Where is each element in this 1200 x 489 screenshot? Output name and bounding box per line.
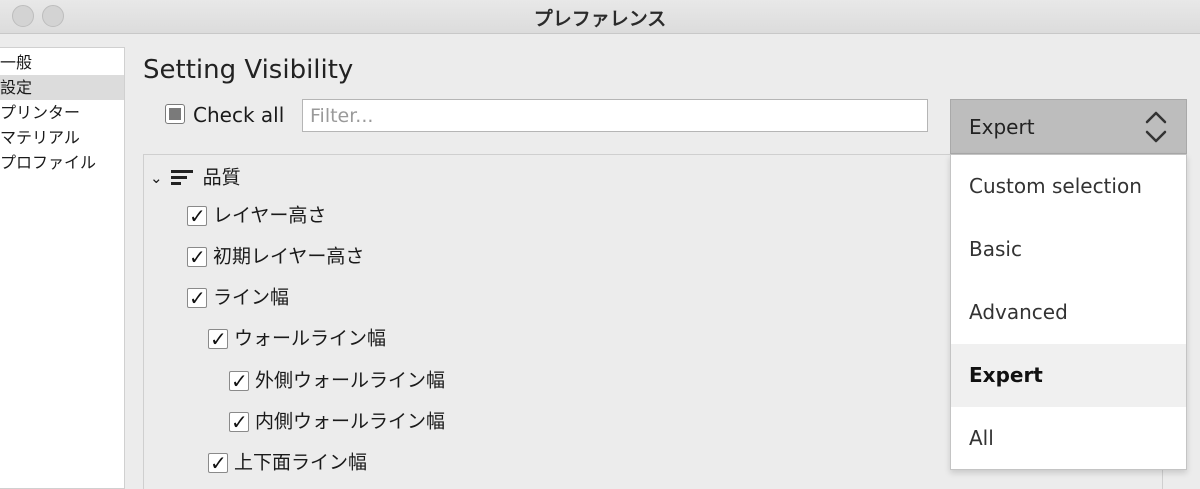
setting-checkbox[interactable]: ✓ (187, 204, 207, 228)
preset-option-custom-selection[interactable]: Custom selection (951, 155, 1186, 218)
tree-item-label: 初期レイヤー高さ (213, 245, 365, 268)
setting-checkbox[interactable]: ✓ (208, 451, 228, 475)
tree-item[interactable]: ✓ ライン幅 (187, 282, 289, 312)
checkmark-icon: ✓ (189, 203, 206, 228)
setting-checkbox[interactable]: ✓ (229, 410, 249, 434)
checkmark-icon: ✓ (189, 244, 206, 269)
updown-chevron-icon (1145, 111, 1167, 143)
preset-option-basic[interactable]: Basic (951, 218, 1186, 281)
title-bar: プレファレンス (0, 0, 1200, 34)
tree-item[interactable]: ✓ 外側ウォールライン幅 (229, 365, 445, 395)
sidebar-item-printers[interactable]: プリンター (0, 100, 124, 125)
checkmark-icon: ✓ (231, 409, 248, 434)
preset-option-all[interactable]: All (951, 407, 1186, 470)
tree-item-label: ライン幅 (213, 286, 290, 309)
tree-item[interactable]: ✓ レイヤー高さ (187, 200, 326, 230)
tree-category-label: 品質 (202, 166, 241, 189)
tree-item-label: 上下面ライン幅 (234, 451, 368, 474)
tree-item-label: 内側ウォールライン幅 (255, 410, 446, 433)
check-all-checkbox[interactable] (165, 104, 185, 124)
setting-checkbox[interactable]: ✓ (229, 369, 249, 393)
tree-item-label: 外側ウォールライン幅 (255, 369, 446, 392)
checkmark-icon: ✓ (210, 450, 227, 475)
setting-checkbox[interactable]: ✓ (208, 327, 228, 351)
visibility-preset-value: Expert (969, 115, 1035, 139)
check-all-label[interactable]: Check all (193, 103, 284, 127)
setting-checkbox[interactable]: ✓ (187, 286, 207, 310)
tree-category-row[interactable]: ⌄ 品質 (150, 162, 241, 192)
sidebar: 一般 設定 プリンター マテリアル プロファイル (0, 47, 125, 489)
preset-option-advanced[interactable]: Advanced (951, 281, 1186, 344)
sidebar-item-general[interactable]: 一般 (0, 50, 124, 75)
tree-item[interactable]: ✓ 上下面ライン幅 (208, 447, 367, 477)
preset-option-expert[interactable]: Expert (951, 344, 1186, 407)
checkmark-icon: ✓ (189, 285, 206, 310)
chevron-down-icon[interactable]: ⌄ (150, 163, 163, 193)
checkmark-icon: ✓ (210, 326, 227, 351)
sidebar-item-settings[interactable]: 設定 (0, 75, 124, 100)
checkmark-icon: ✓ (231, 368, 248, 393)
setting-checkbox[interactable]: ✓ (187, 245, 207, 269)
indeterminate-mark-icon (169, 108, 181, 120)
sidebar-item-materials[interactable]: マテリアル (0, 125, 124, 150)
tree-item[interactable]: ✓ 内側ウォールライン幅 (229, 406, 445, 436)
tree-item[interactable]: ✓ 初期レイヤー高さ (187, 241, 364, 271)
tree-item-label: ウォールライン幅 (234, 327, 387, 350)
tree-item-label: レイヤー高さ (213, 204, 327, 227)
filter-input[interactable] (302, 99, 928, 132)
category-lines-icon (170, 169, 193, 187)
visibility-preset-menu: Custom selection Basic Advanced Expert A… (950, 154, 1187, 470)
visibility-preset-select[interactable]: Expert (950, 99, 1187, 154)
window-title: プレファレンス (533, 8, 667, 30)
tree-item[interactable]: ✓ ウォールライン幅 (208, 323, 386, 353)
sidebar-item-profiles[interactable]: プロファイル (0, 150, 124, 175)
page-title: Setting Visibility (143, 55, 354, 85)
